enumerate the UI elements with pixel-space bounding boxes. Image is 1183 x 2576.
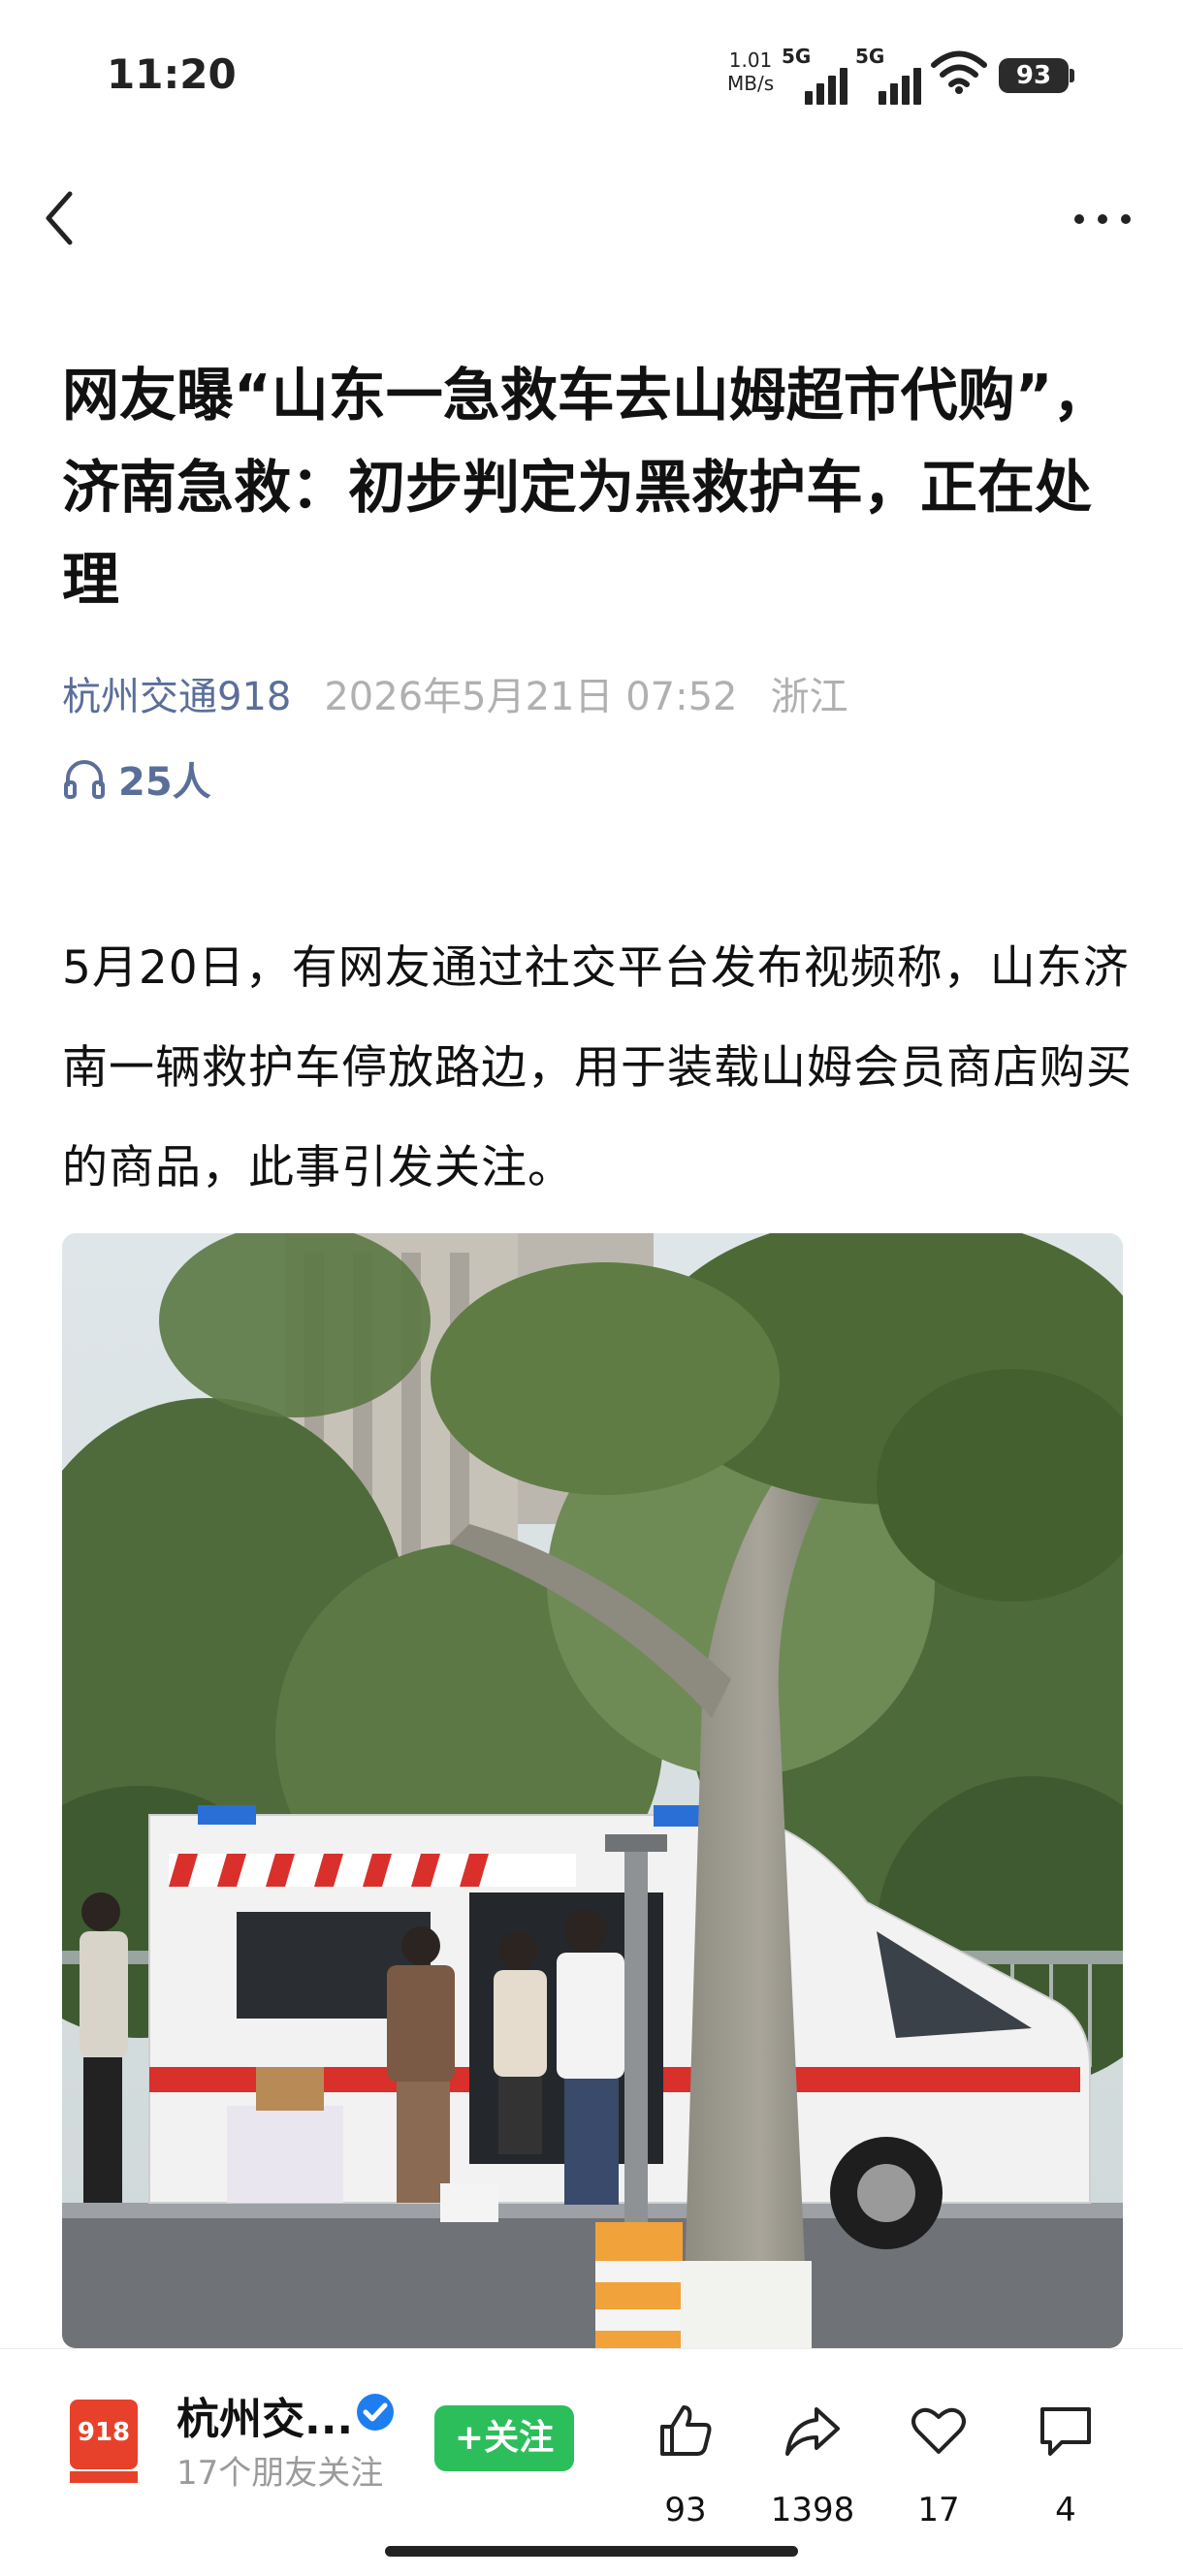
share-count: 1398 <box>770 2491 855 2529</box>
signal-label-1: 5G <box>782 45 812 68</box>
like-button[interactable]: 93 <box>618 2374 753 2529</box>
network-speed: 1.01 MB/s <box>727 48 774 95</box>
like-icon <box>660 2405 712 2456</box>
battery-tip <box>1070 69 1074 82</box>
comment-icon <box>1040 2407 1091 2456</box>
article-photo[interactable] <box>62 1233 1123 2348</box>
headphone-icon <box>64 760 105 799</box>
comment-button[interactable]: 4 <box>998 2374 1134 2529</box>
network-speed-value: 1.01 <box>728 48 773 72</box>
verified-icon <box>357 2394 394 2431</box>
svg-text:918: 918 <box>78 2418 130 2447</box>
comment-count: 4 <box>1055 2491 1076 2529</box>
wifi-icon <box>931 50 987 94</box>
favorite-button[interactable]: 17 <box>871 2374 1007 2529</box>
home-indicator[interactable] <box>385 2546 798 2557</box>
listener-count: 25人 <box>118 760 211 805</box>
follow-button[interactable]: +关注 <box>434 2405 574 2471</box>
friends-following-count: 17个朋友关注 <box>176 2454 384 2493</box>
article-body: 5月20日，有网友通过社交平台发布视频称，山东济南一辆救护车停放路边，用于装载山… <box>62 941 1133 1194</box>
account-avatar[interactable]: 918 <box>66 2394 142 2487</box>
article-meta: 杭州交通918 2026年5月21日 07:52 浙江 <box>62 665 848 721</box>
like-count: 93 <box>664 2491 707 2529</box>
listen-button[interactable]: 25人 <box>62 750 211 809</box>
article-title: 网友曝“山东一急救车去山姆超市代购”，济南急救：初步判定为黑救护车，正在处理 <box>62 362 1110 613</box>
location: 浙江 <box>770 675 848 719</box>
favorite-icon <box>911 2407 966 2454</box>
battery-icon: 93 <box>999 58 1069 93</box>
share-button[interactable]: 1398 <box>745 2374 880 2529</box>
status-bar: 11:20 1.01 MB/s 5G 5G 93 <box>0 0 1183 145</box>
share-icon <box>785 2407 840 2456</box>
signal-label-2: 5G <box>855 45 885 68</box>
network-speed-unit: MB/s <box>727 72 775 95</box>
bottom-bar: 918 杭州交... 17个朋友关注 +关注 93 1398 17 4 <box>0 2348 1183 2576</box>
status-time: 11:20 <box>107 50 237 98</box>
more-icon[interactable] <box>1065 194 1142 242</box>
source-link[interactable]: 杭州交通918 <box>62 675 291 719</box>
account-name[interactable]: 杭州交... <box>176 2384 353 2446</box>
publish-date: 2026年5月21日 07:52 <box>324 675 738 719</box>
favorite-count: 17 <box>917 2491 960 2529</box>
back-icon[interactable] <box>37 186 85 250</box>
